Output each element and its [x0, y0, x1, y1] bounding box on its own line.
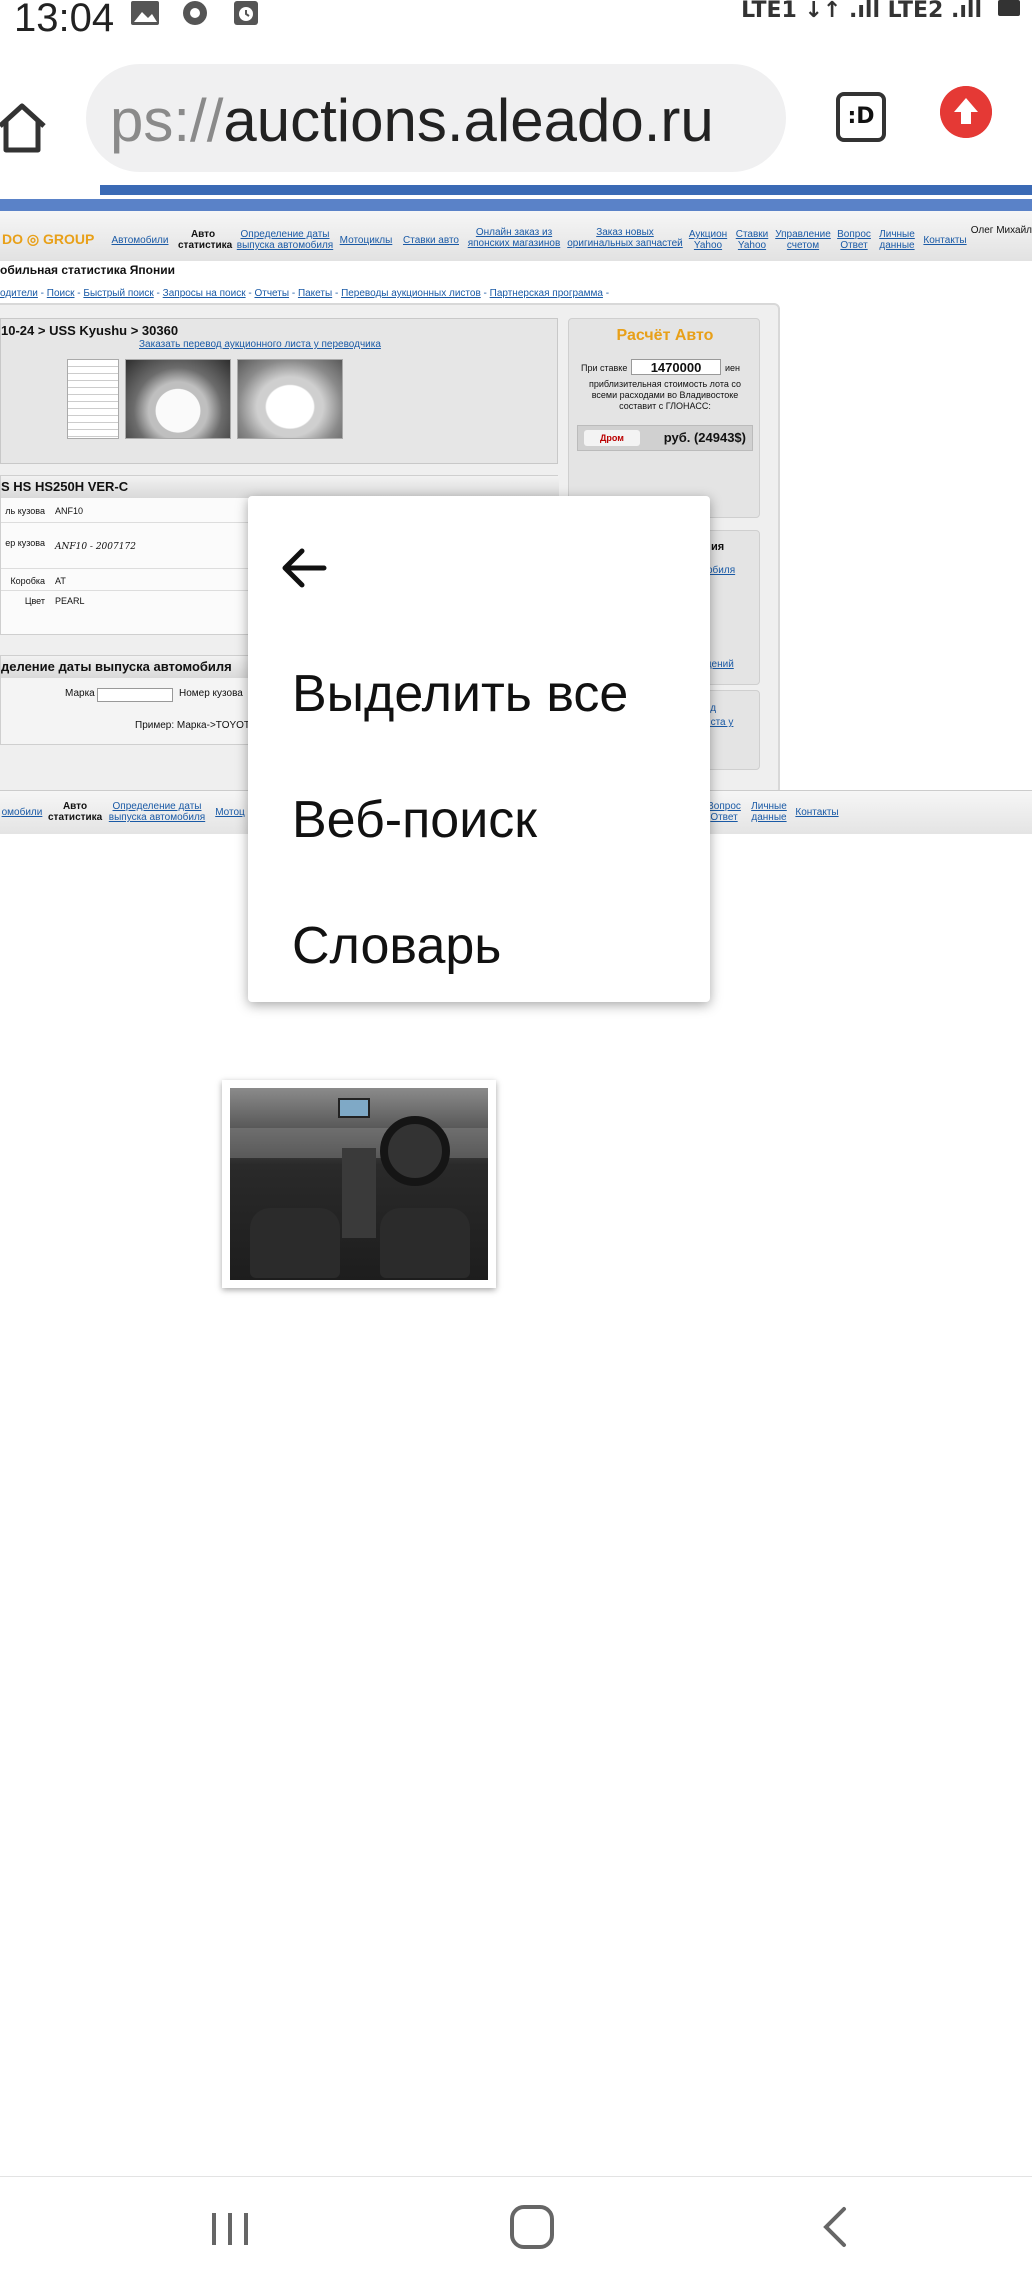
interior-image [230, 1088, 488, 1280]
home-icon[interactable] [0, 100, 50, 156]
car-interior-photo[interactable] [222, 1080, 496, 1288]
make-label: Марка [65, 688, 95, 699]
recent-apps-icon[interactable] [200, 2197, 260, 2257]
site-header: DO ◎ GROUP Автомобили Авто статистика Оп… [0, 199, 1032, 261]
nav-car-bids[interactable]: Ставки авто [400, 235, 462, 246]
menu-item-dictionary[interactable]: Словарь [292, 916, 501, 976]
nav-release-date[interactable]: Определение даты выпуска автомобиля [236, 229, 334, 251]
nav-new-parts[interactable]: Заказ новых оригинальных запчастей [566, 227, 684, 249]
calc-description: приблизительная стоимость лота со всеми … [579, 379, 751, 412]
calc-panel: Расчёт Авто При ставке 1470000 иен прибл… [568, 318, 760, 518]
calc-result-value: руб. (24943$) [663, 430, 746, 445]
side-fragment: ия [711, 541, 725, 553]
calc-rate-input[interactable]: 1470000 [631, 359, 721, 375]
nav-yahoo-auction[interactable]: Аукцион Yahoo [688, 229, 728, 251]
url-text[interactable]: ps://auctions.aleado.ru [110, 86, 714, 155]
gallery-icon [131, 1, 159, 25]
translation-order-link[interactable]: Заказать перевод аукционного листа у пер… [139, 339, 381, 350]
breadcrumb-item[interactable]: Поиск [47, 288, 75, 299]
console-shape [342, 1148, 376, 1238]
battery-icon [998, 0, 1020, 16]
calc-rate-label: При ставке [581, 363, 628, 373]
nav-personal[interactable]: Личные данные [876, 229, 918, 251]
calc-title: Расчёт Авто [616, 327, 714, 344]
nav-auto-stats[interactable]: Авто статистика [178, 229, 232, 251]
status-bar: 13:04 LTE1 ↓↑ .ıll LTE2 .ıll [0, 0, 1032, 50]
text-selection-menu: Выделить все Веб-поиск Словарь [248, 496, 710, 1002]
spec-value: AT [55, 576, 66, 586]
spec-label: ер кузова [5, 538, 45, 548]
nav-japan-shops[interactable]: Онлайн заказ из японских магазинов [466, 227, 562, 249]
spec-label: Цвет [24, 596, 45, 606]
chrome-icon [183, 1, 207, 25]
page-heading: обильная статистика Японии [0, 263, 176, 277]
drom-logo[interactable]: Дром [584, 430, 640, 446]
auction-sheet-thumbnail[interactable] [67, 359, 119, 439]
steering-wheel-shape [380, 1116, 450, 1186]
url-host: auctions.aleado.ru [223, 87, 714, 154]
network-status: LTE1 ↓↑ .ıll LTE2 .ıll [741, 0, 982, 23]
footer-nav-motorcycles[interactable]: Мотоц [210, 807, 250, 818]
spec-value: PEARL [55, 596, 85, 606]
breadcrumb-item[interactable]: одители [0, 288, 38, 299]
lot-panel: 10-24 > USS Kyushu > 30360 Заказать пере… [0, 318, 558, 464]
car-front-thumbnail[interactable] [125, 359, 231, 439]
nav-contacts[interactable]: Контакты [920, 235, 970, 246]
breadcrumb-item[interactable]: Быстрый поиск [83, 288, 153, 299]
menu-item-select-all[interactable]: Выделить все [292, 664, 628, 724]
calc-description-line: приблизительная стоимость лота со [589, 379, 741, 389]
status-time: 13:04 [14, 0, 115, 40]
breadcrumb-item[interactable]: Партнерская программа [490, 288, 603, 299]
nav-yahoo-bids[interactable]: Ставки Yahoo [732, 229, 772, 251]
url-scheme: ps:// [110, 87, 224, 154]
calc-description-line: составит с ГЛОНАСС: [619, 401, 711, 411]
footer-nav-contacts[interactable]: Контакты [792, 807, 842, 818]
breadcrumb-item[interactable]: Переводы аукционных листов [341, 288, 481, 299]
user-name[interactable]: Олег Михайл [971, 225, 1032, 236]
nav-motorcycles[interactable]: Мотоциклы [338, 235, 394, 246]
footer-nav-cars[interactable]: омобили [0, 807, 44, 818]
system-nav-bar [0, 2176, 1032, 2270]
nav-cars[interactable]: Автомобили [110, 235, 170, 246]
car-rear-thumbnail[interactable] [237, 359, 343, 439]
body-number-label: Номер кузова [179, 688, 243, 699]
footer-nav-release-date[interactable]: Определение даты выпуска автомобиля [108, 801, 206, 823]
spec-label: ль кузова [5, 506, 45, 516]
make-select[interactable] [97, 688, 173, 702]
calc-description-line: всеми расходами во Владивостоке [591, 390, 739, 400]
spec-title: S HS HS250H VER-C [1, 476, 559, 498]
example-text: Пример: Марка->TOYOT. [135, 720, 252, 731]
footer-nav-personal[interactable]: Личные данные [748, 801, 790, 823]
update-icon[interactable] [940, 86, 992, 138]
calc-result: Дром руб. (24943$) [577, 425, 753, 451]
footer-nav-auto-stats[interactable]: Авто статистика [48, 801, 102, 823]
footer-nav-faq[interactable]: Вопрос Ответ [704, 801, 744, 823]
breadcrumb-item[interactable]: Пакеты [298, 288, 332, 299]
spec-value: ANF10 [55, 506, 84, 516]
back-icon[interactable] [806, 2197, 866, 2257]
url-bar[interactable]: ps://auctions.aleado.ru [86, 64, 786, 172]
spec-value-handwritten: ANF10 - 2007172 [55, 542, 136, 552]
clock-icon [234, 1, 258, 25]
breadcrumb-item[interactable]: Отчеты [254, 288, 289, 299]
nav-account[interactable]: Управление счетом [774, 229, 832, 251]
seat-shape [380, 1208, 470, 1278]
menu-item-web-search[interactable]: Веб-поиск [292, 790, 537, 850]
seat-shape [250, 1208, 340, 1278]
breadcrumb: одители - Поиск - Быстрый поиск - Запрос… [0, 288, 610, 299]
browser-toolbar: ps://auctions.aleado.ru :D [0, 56, 1032, 176]
arrow-left-icon[interactable] [278, 542, 330, 594]
breadcrumb-item[interactable]: Запросы на поиск [163, 288, 246, 299]
lot-title: 10-24 > USS Kyushu > 30360 [1, 323, 179, 338]
tab-switcher-icon[interactable]: :D [836, 92, 886, 142]
site-logo[interactable]: DO ◎ GROUP [2, 231, 94, 248]
side-link[interactable]: обиля [707, 565, 735, 576]
calc-rate-unit: иен [725, 363, 741, 373]
nav-screen-shape [338, 1098, 370, 1118]
home-button-icon[interactable] [502, 2197, 562, 2257]
spec-label: Коробка [10, 576, 45, 586]
nav-faq[interactable]: Вопрос Ответ [834, 229, 874, 251]
header-stripe [100, 185, 1032, 195]
